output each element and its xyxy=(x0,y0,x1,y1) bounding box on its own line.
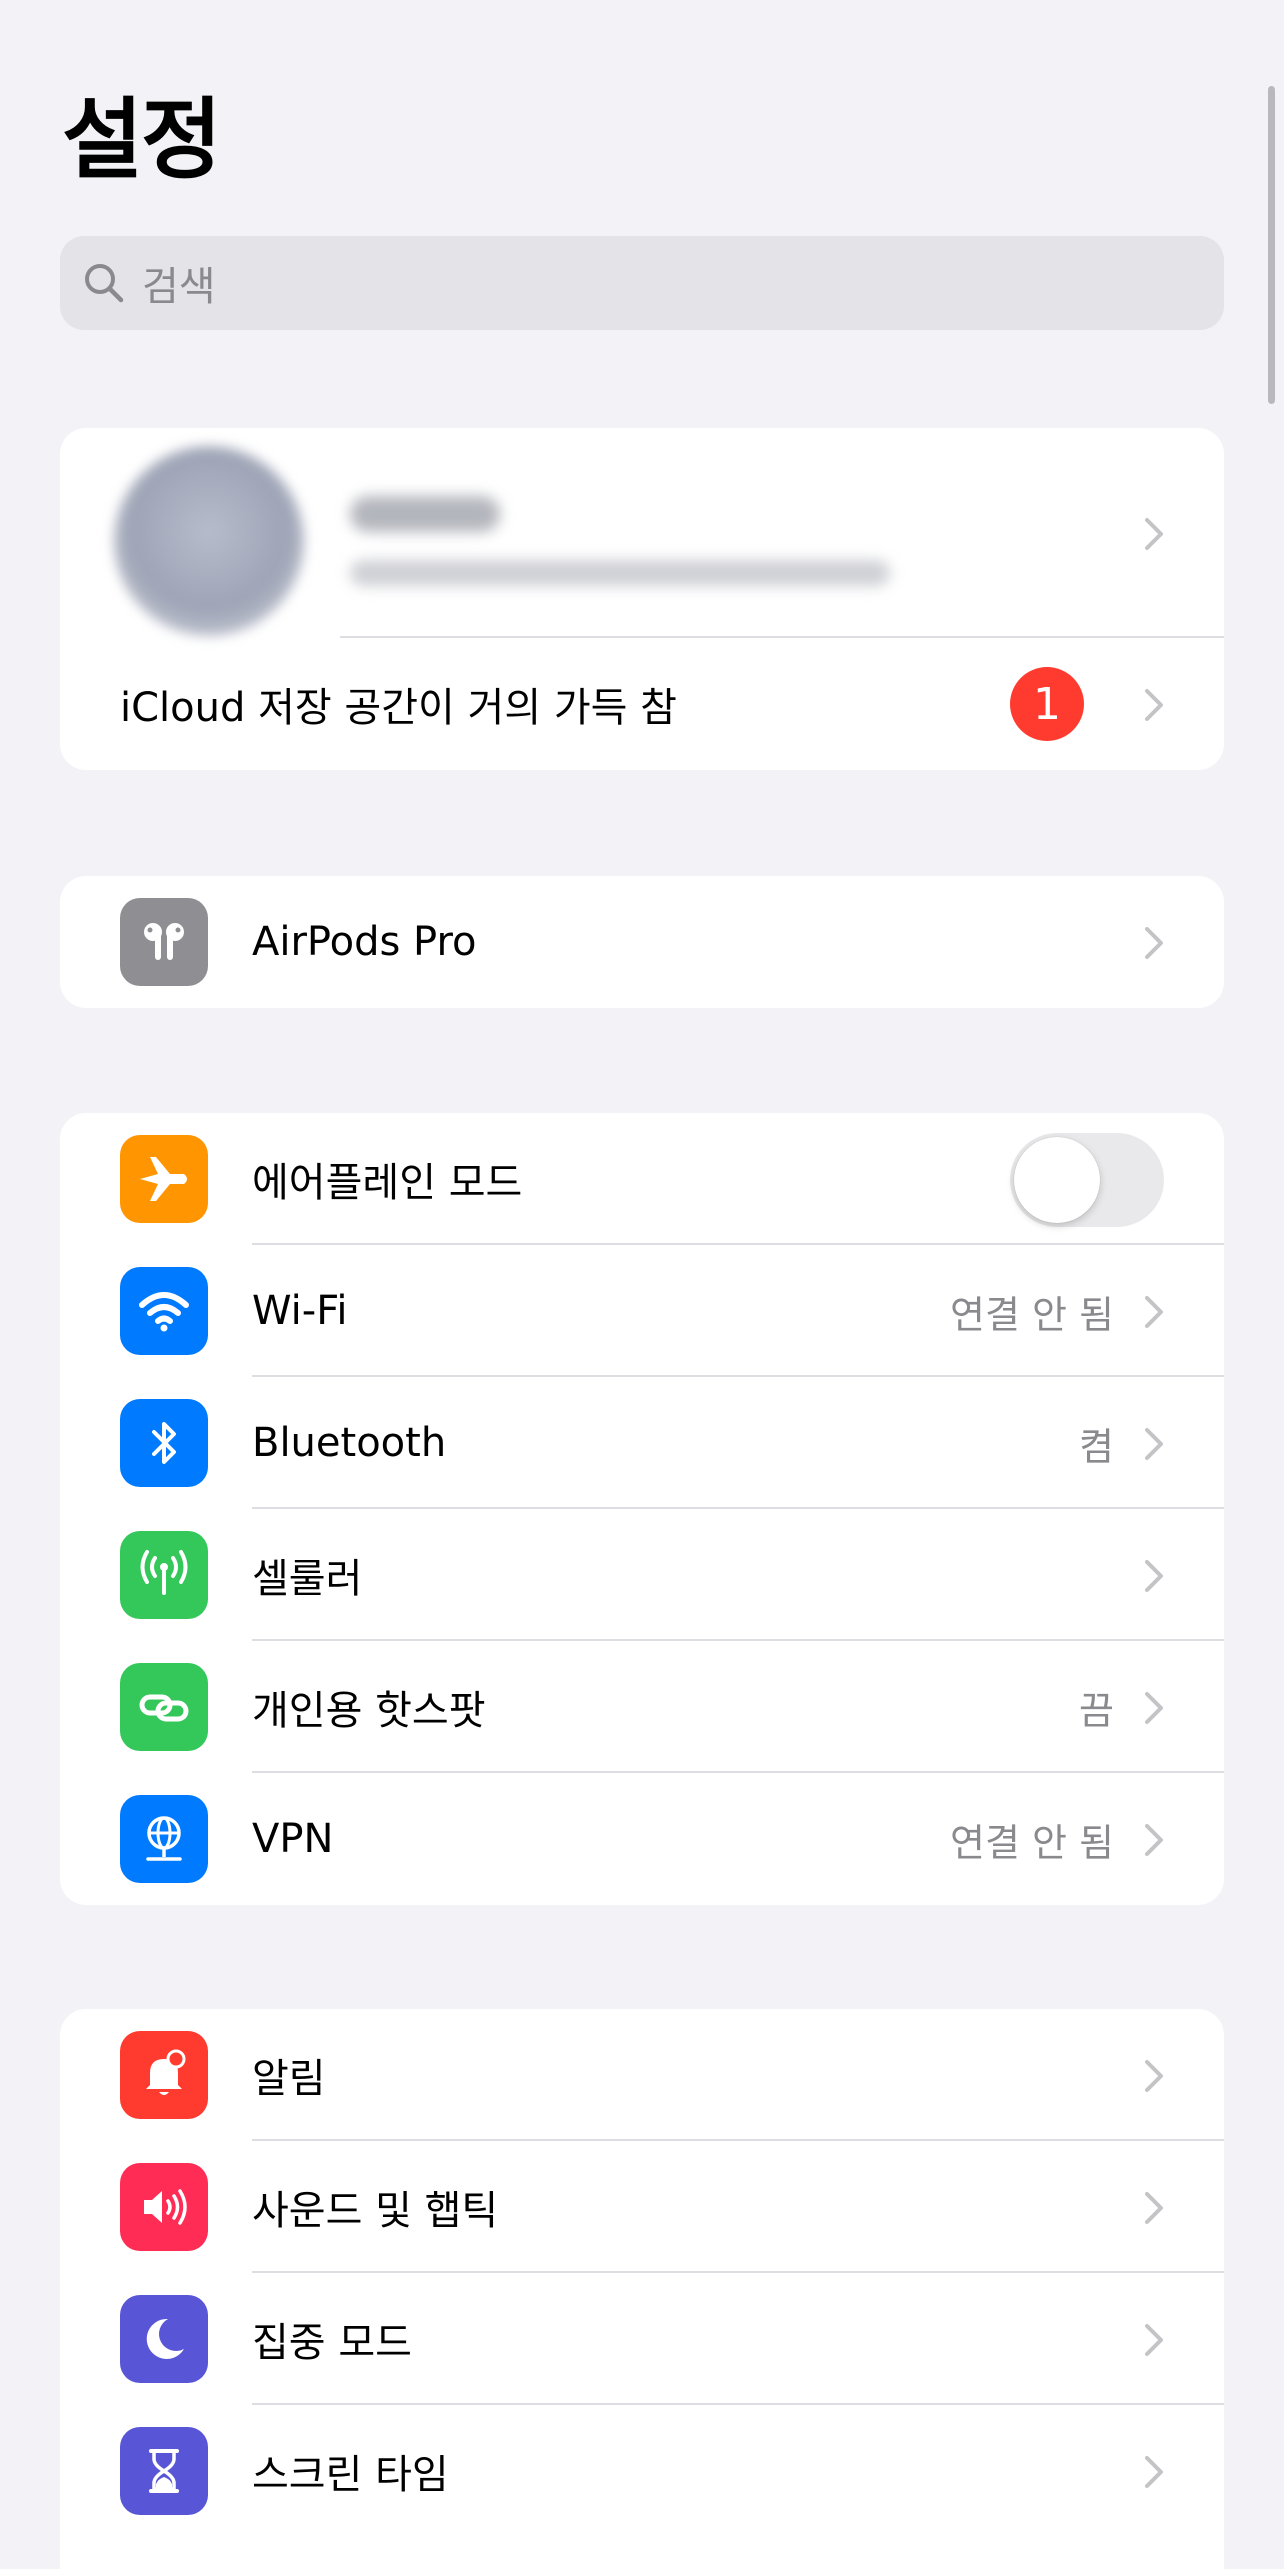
cellular-label: 셀룰러 xyxy=(252,1556,363,1602)
moon-icon xyxy=(120,2295,208,2383)
vpn-label: VPN xyxy=(252,1816,334,1862)
personal-hotspot-status: 끔 xyxy=(1079,1688,1114,1733)
icloud-storage-label: iCloud 저장 공간이 거의 가득 참 xyxy=(120,685,677,731)
apple-account-row[interactable] xyxy=(60,428,1224,638)
connectivity-card: 에어플레인 모드 Wi-Fi 연결 안 됨 Bluetooth 켬 셀룰러 개인… xyxy=(60,1113,1224,1905)
wifi-label: Wi-Fi xyxy=(252,1288,348,1334)
search-placeholder: 검색 xyxy=(142,264,216,310)
icloud-storage-row[interactable]: iCloud 저장 공간이 거의 가득 참 1 xyxy=(60,638,1224,770)
account-subtitle-redacted xyxy=(350,560,890,586)
focus-row[interactable]: 집중 모드 xyxy=(60,2273,1224,2405)
chevron-right-icon xyxy=(1145,1428,1163,1460)
account-card: iCloud 저장 공간이 거의 가득 참 1 xyxy=(60,428,1224,770)
scrollbar[interactable] xyxy=(1268,86,1275,404)
notifications-label: 알림 xyxy=(252,2056,326,2102)
general-card: 알림 사운드 및 햅틱 집중 모드 스크린 타임 xyxy=(60,2009,1224,2569)
hourglass-icon xyxy=(120,2427,208,2515)
wifi-icon xyxy=(120,1267,208,1355)
chevron-right-icon xyxy=(1145,1296,1163,1328)
globe-icon xyxy=(120,1795,208,1883)
chevron-right-icon xyxy=(1145,518,1163,550)
airplane-mode-label: 에어플레인 모드 xyxy=(252,1160,523,1206)
airpods-icon xyxy=(120,898,208,986)
hotspot-link-icon xyxy=(120,1663,208,1751)
search-icon xyxy=(85,264,124,303)
airpods-card: AirPods Pro xyxy=(60,876,1224,1008)
chevron-right-icon xyxy=(1145,1560,1163,1592)
sounds-haptics-label: 사운드 및 햅틱 xyxy=(252,2188,499,2234)
vpn-status: 연결 안 됨 xyxy=(950,1820,1114,1865)
chevron-right-icon xyxy=(1145,2456,1163,2488)
chevron-right-icon xyxy=(1145,927,1163,959)
search-field[interactable]: 검색 xyxy=(60,236,1224,330)
bluetooth-row[interactable]: Bluetooth 켬 xyxy=(60,1377,1224,1509)
chevron-right-icon xyxy=(1145,1692,1163,1724)
chevron-right-icon xyxy=(1145,2324,1163,2356)
page-title: 설정 xyxy=(62,88,222,191)
airpods-label: AirPods Pro xyxy=(252,919,477,965)
focus-label: 집중 모드 xyxy=(252,2320,412,2366)
airpods-row[interactable]: AirPods Pro xyxy=(60,876,1224,1008)
bluetooth-status: 켬 xyxy=(1079,1424,1114,1469)
personal-hotspot-label: 개인용 핫스팟 xyxy=(252,1688,486,1734)
speaker-icon xyxy=(120,2163,208,2251)
screen-time-label: 스크린 타임 xyxy=(252,2452,449,2498)
chevron-right-icon xyxy=(1145,1824,1163,1856)
chevron-right-icon xyxy=(1145,689,1163,721)
antenna-icon xyxy=(120,1531,208,1619)
wifi-row[interactable]: Wi-Fi 연결 안 됨 xyxy=(60,1245,1224,1377)
sounds-haptics-row[interactable]: 사운드 및 햅틱 xyxy=(60,2141,1224,2273)
chevron-right-icon xyxy=(1145,2192,1163,2224)
avatar xyxy=(114,446,304,636)
notification-badge: 1 xyxy=(1010,667,1084,741)
bell-icon xyxy=(120,2031,208,2119)
vpn-row[interactable]: VPN 연결 안 됨 xyxy=(60,1773,1224,1905)
wifi-status: 연결 안 됨 xyxy=(950,1292,1114,1337)
personal-hotspot-row[interactable]: 개인용 핫스팟 끔 xyxy=(60,1641,1224,1773)
airplane-mode-toggle[interactable] xyxy=(1010,1133,1164,1227)
bluetooth-label: Bluetooth xyxy=(252,1420,447,1466)
screen-time-row[interactable]: 스크린 타임 xyxy=(60,2405,1224,2537)
chevron-right-icon xyxy=(1145,2060,1163,2092)
cellular-row[interactable]: 셀룰러 xyxy=(60,1509,1224,1641)
airplane-icon xyxy=(120,1135,208,1223)
airplane-mode-row: 에어플레인 모드 xyxy=(60,1113,1224,1245)
bluetooth-icon xyxy=(120,1399,208,1487)
toggle-knob xyxy=(1014,1137,1100,1223)
notifications-row[interactable]: 알림 xyxy=(60,2009,1224,2141)
account-name-redacted xyxy=(350,496,500,532)
